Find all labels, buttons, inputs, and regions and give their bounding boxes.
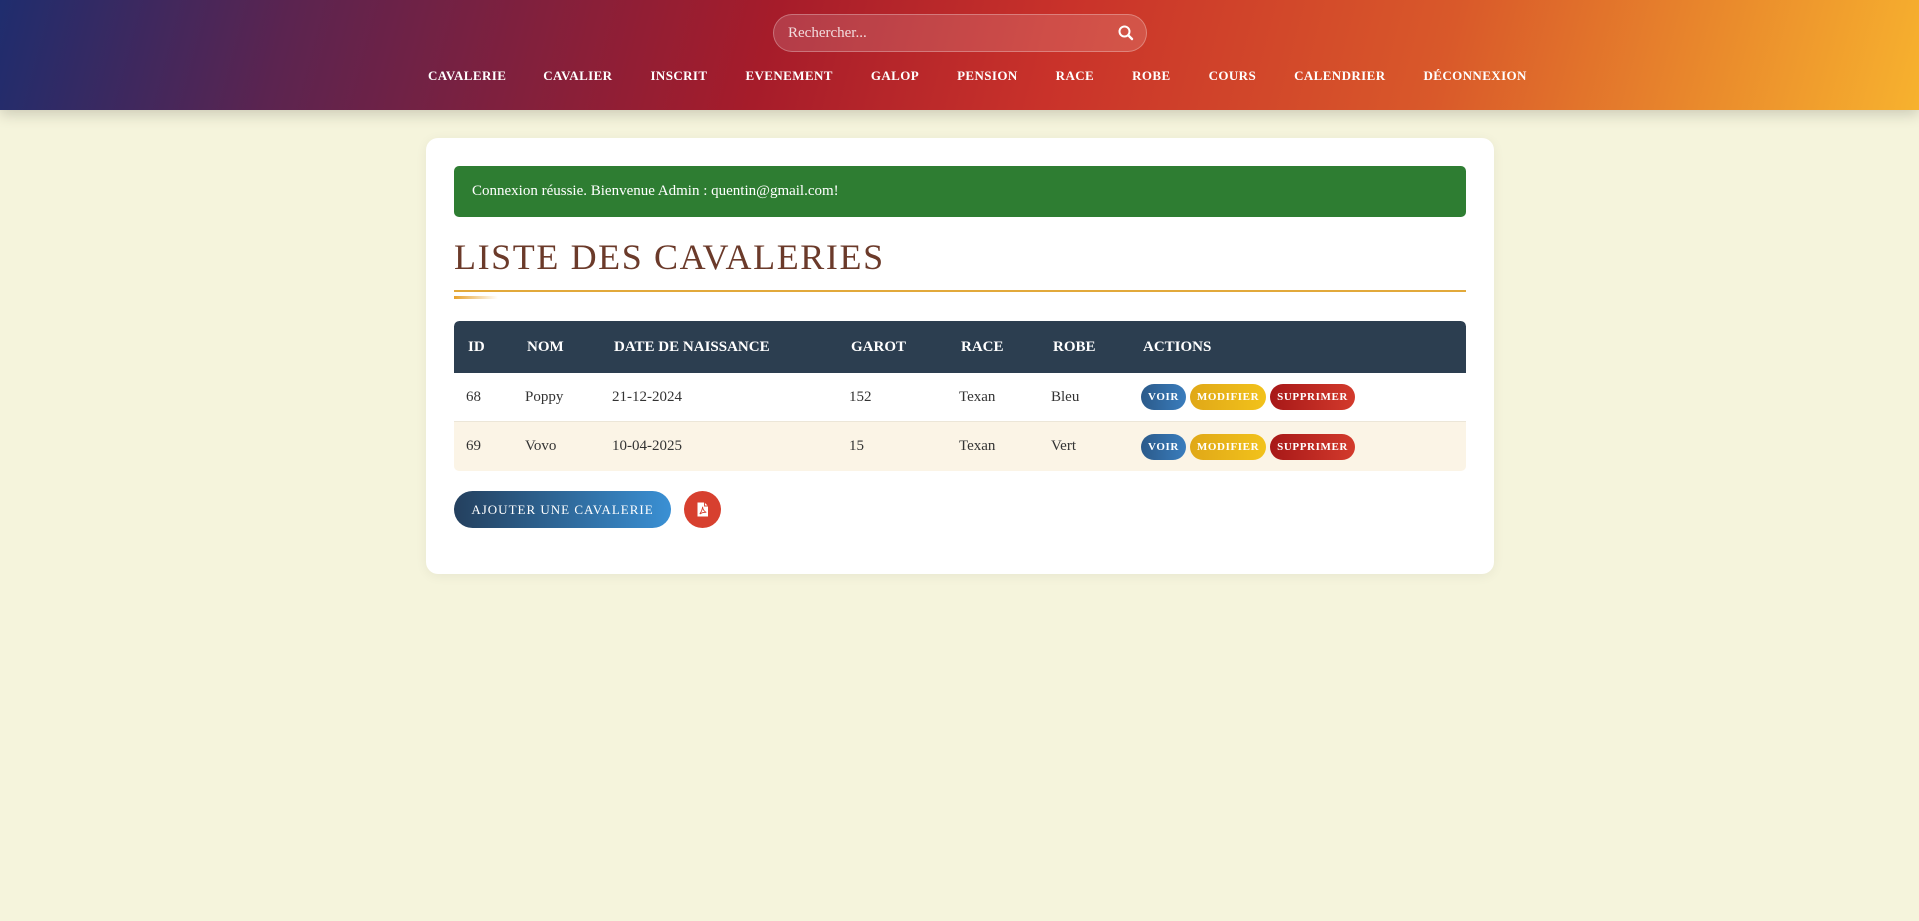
cell-id: 68 [466, 388, 481, 405]
cell-robe: Vert [1051, 438, 1076, 454]
top-header: CAVALERIE CAVALIER INSCRIT EVENEMENT GAL… [0, 0, 1919, 110]
cell-id: 69 [466, 438, 481, 454]
col-header-actions: ACTIONS [1143, 338, 1212, 355]
nav-item-inscrit[interactable]: INSCRIT [631, 66, 726, 86]
cell-actions: VOIR MODIFIER SUPPRIMER [1129, 384, 1466, 410]
nav-item-pension[interactable]: PENSION [938, 66, 1037, 86]
cell-actions: VOIR MODIFIER SUPPRIMER [1129, 433, 1466, 460]
nav-item-cavalier[interactable]: CAVALIER [524, 66, 631, 86]
cell-nom: Vovo [525, 438, 557, 454]
voir-button[interactable]: VOIR [1141, 433, 1186, 460]
supprimer-button[interactable]: SUPPRIMER [1270, 384, 1355, 410]
main-nav: CAVALERIE CAVALIER INSCRIT EVENEMENT GAL… [409, 66, 1546, 86]
title-accent [454, 296, 498, 299]
nav-item-evenement[interactable]: EVENEMENT [726, 66, 851, 86]
nav-item-calendrier[interactable]: CALENDRIER [1275, 66, 1404, 86]
nav-item-cours[interactable]: COURS [1190, 66, 1276, 86]
nav-item-race[interactable]: RACE [1037, 66, 1113, 86]
cell-date: 21-12-2024 [612, 388, 682, 405]
cell-race: Texan [959, 388, 996, 405]
supprimer-button[interactable]: SUPPRIMER [1270, 433, 1355, 460]
col-header-race: RACE [961, 338, 1004, 355]
nav-item-deconnexion[interactable]: DÉCONNEXION [1404, 66, 1545, 86]
table-row: 68 Poppy 21-12-2024 152 Texan Bleu VOIR … [454, 373, 1466, 422]
cell-date: 10-04-2025 [612, 438, 682, 454]
add-cavalerie-button[interactable]: AJOUTER UNE CAVALERIE [454, 491, 671, 528]
col-header-nom: NOM [527, 338, 564, 355]
cell-nom: Poppy [525, 388, 564, 405]
cell-race: Texan [959, 438, 996, 454]
col-header-id: ID [468, 338, 485, 355]
search-bar [773, 14, 1147, 52]
content-card: Connexion réussie. Bienvenue Admin : que… [426, 138, 1494, 574]
page-title: LISTE DES CAVALERIES [454, 237, 885, 277]
cell-garot: 152 [849, 388, 872, 405]
export-pdf-button[interactable] [684, 491, 721, 528]
nav-item-robe[interactable]: ROBE [1113, 66, 1189, 86]
nav-item-galop[interactable]: GALOP [852, 66, 938, 86]
search-input[interactable] [774, 15, 1094, 51]
modifier-button[interactable]: MODIFIER [1189, 384, 1267, 410]
modifier-button[interactable]: MODIFIER [1189, 433, 1267, 460]
search-icon[interactable] [1116, 23, 1136, 43]
voir-button[interactable]: VOIR [1141, 384, 1186, 410]
col-header-date: DATE DE NAISSANCE [614, 338, 770, 355]
cell-garot: 15 [849, 438, 864, 454]
title-divider [454, 290, 1466, 292]
cavalerie-table: ID NOM DATE DE NAISSANCE GAROT RACE ROBE… [454, 321, 1466, 471]
nav-item-cavalerie[interactable]: CAVALERIE [409, 66, 524, 86]
cell-robe: Bleu [1051, 388, 1080, 405]
col-header-robe: ROBE [1053, 338, 1096, 355]
success-alert: Connexion réussie. Bienvenue Admin : que… [454, 166, 1466, 217]
col-header-garot: GAROT [851, 338, 907, 355]
table-header: ID NOM DATE DE NAISSANCE GAROT RACE ROBE… [454, 321, 1466, 373]
file-pdf-icon [684, 502, 721, 531]
table-row: 69 Vovo 10-04-2025 15 Texan Vert VOIR MO… [454, 422, 1466, 471]
